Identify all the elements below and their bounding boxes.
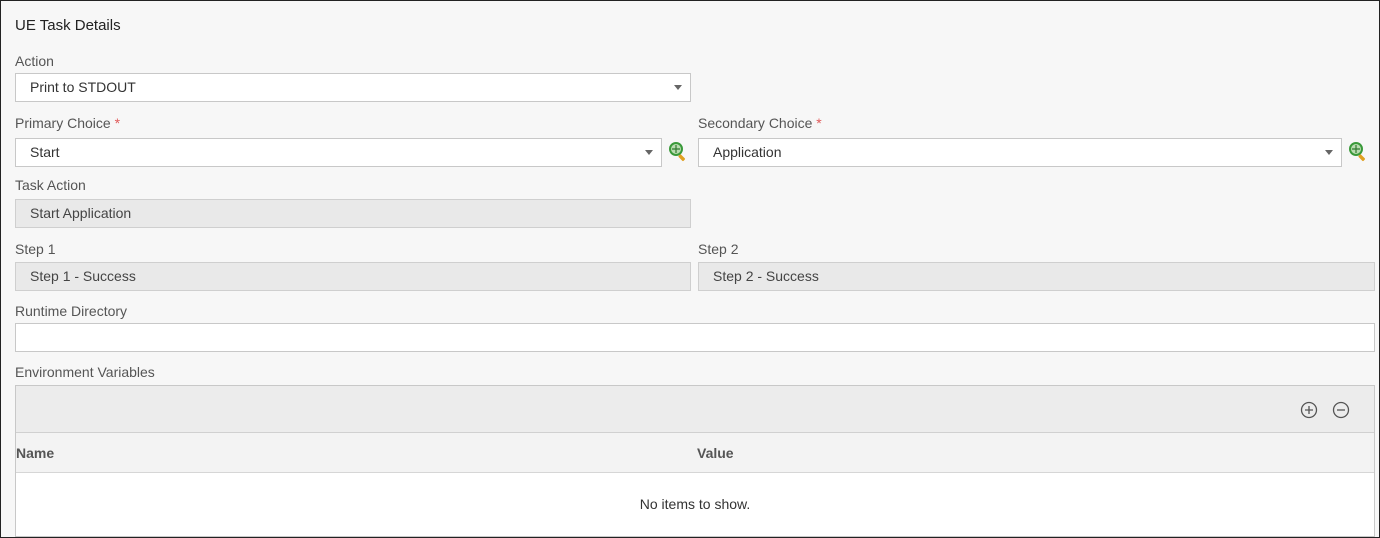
primary-choice-value: Start (30, 144, 60, 160)
column-header-value[interactable]: Value (697, 445, 734, 461)
task-action-label: Task Action (15, 177, 86, 193)
column-header-name[interactable]: Name (16, 445, 54, 461)
required-marker: * (114, 115, 121, 131)
ue-task-details-panel: UE Task Details Action Print to STDOUT P… (0, 0, 1380, 538)
action-label: Action (15, 53, 54, 69)
minus-circle-icon[interactable] (1332, 401, 1350, 419)
runtime-directory-input[interactable] (15, 323, 1375, 352)
primary-choice-select[interactable]: Start (15, 138, 662, 167)
chevron-down-icon (645, 150, 653, 155)
primary-choice-label: Primary Choice * (15, 115, 121, 131)
step1-field: Step 1 - Success (15, 262, 691, 291)
step2-label: Step 2 (698, 241, 739, 257)
secondary-choice-label: Secondary Choice * (698, 115, 822, 131)
empty-message: No items to show. (639, 496, 751, 512)
action-select[interactable]: Print to STDOUT (15, 73, 691, 102)
runtime-directory-label: Runtime Directory (15, 303, 128, 319)
environment-variables-label: Environment Variables (15, 364, 155, 380)
plus-circle-icon[interactable] (1300, 401, 1318, 419)
task-action-field: Start Application (15, 199, 691, 228)
action-value: Print to STDOUT (30, 79, 136, 95)
step2-field: Step 2 - Success (698, 262, 1375, 291)
grid-header: Name Value (16, 433, 1374, 473)
secondary-choice-select[interactable]: Application (698, 138, 1342, 167)
secondary-choice-value: Application (713, 144, 782, 160)
environment-variables-grid: Name Value No items to show. (15, 385, 1375, 537)
grid-toolbar (16, 386, 1374, 433)
lookup-icon[interactable] (667, 140, 689, 162)
required-marker: * (816, 115, 822, 131)
lookup-icon[interactable] (1347, 140, 1369, 162)
step1-label: Step 1 (15, 241, 56, 257)
chevron-down-icon (1325, 150, 1333, 155)
chevron-down-icon (674, 85, 682, 90)
section-title: UE Task Details (15, 17, 121, 34)
